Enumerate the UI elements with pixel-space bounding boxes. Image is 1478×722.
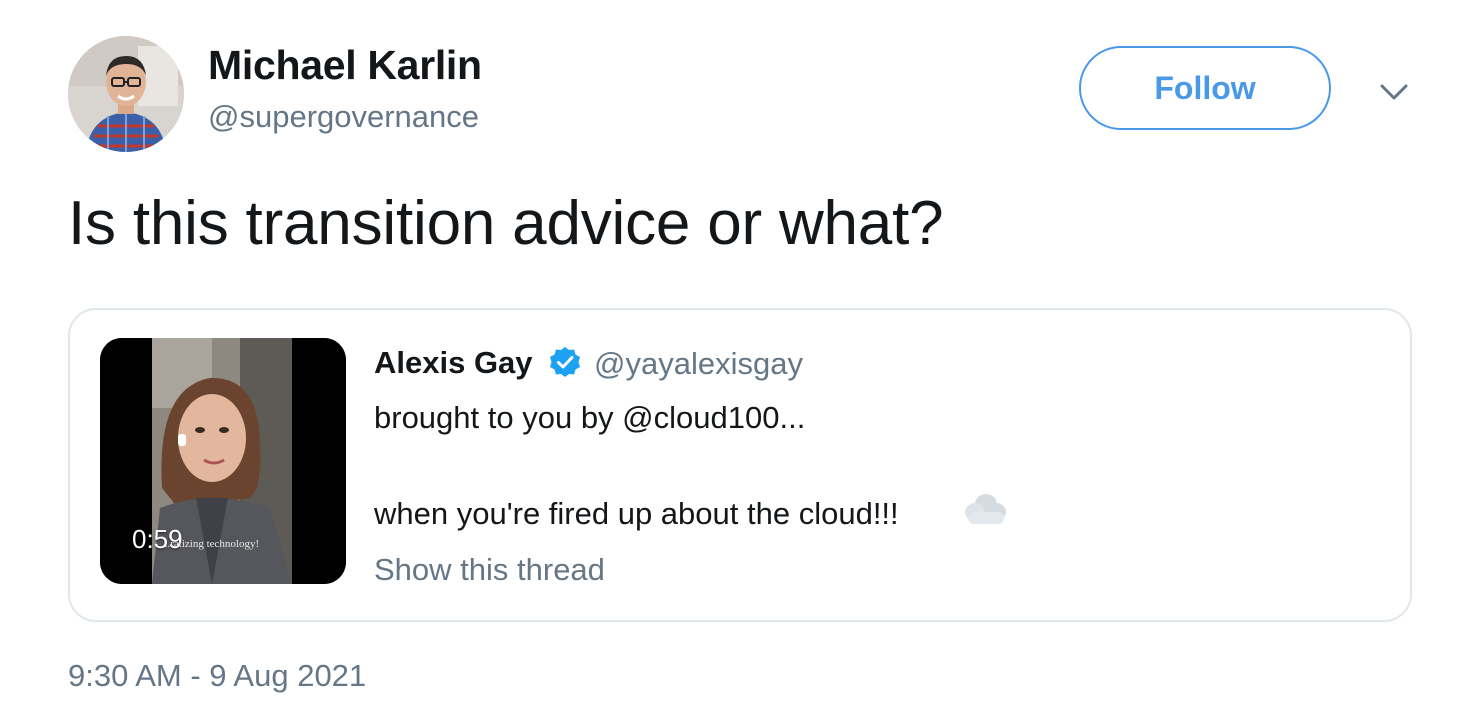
tweet: Michael Karlin @supergovernance Follow I…	[0, 0, 1478, 722]
quoted-text-line: brought to you by @cloud100...	[374, 400, 806, 435]
quoted-text-line: when you're fired up about the cloud!!!	[374, 496, 899, 531]
video-thumbnail[interactable]: 0:59 ...ratizing technology!	[100, 338, 346, 584]
person-avatar-icon	[68, 36, 184, 152]
author-handle[interactable]: @supergovernance	[208, 99, 479, 135]
show-thread-link[interactable]: Show this thread	[374, 552, 605, 588]
tweet-text: Is this transition advice or what?	[68, 189, 944, 258]
quoted-tweet-card[interactable]: 0:59 ...ratizing technology! Alexis Gay …	[68, 308, 1412, 622]
quoted-author-name[interactable]: Alexis Gay	[374, 345, 533, 381]
avatar[interactable]	[68, 36, 184, 152]
follow-button[interactable]: Follow	[1079, 46, 1331, 130]
author-name[interactable]: Michael Karlin	[208, 42, 482, 89]
video-caption: ...ratizing technology!	[162, 538, 260, 550]
tweet-timestamp[interactable]: 9:30 AM - 9 Aug 2021	[68, 658, 366, 694]
verified-badge-icon	[550, 347, 580, 377]
quoted-author-handle[interactable]: @yayalexisgay	[594, 346, 803, 382]
chevron-down-icon[interactable]	[1378, 80, 1410, 104]
cloud-icon	[965, 494, 1006, 524]
